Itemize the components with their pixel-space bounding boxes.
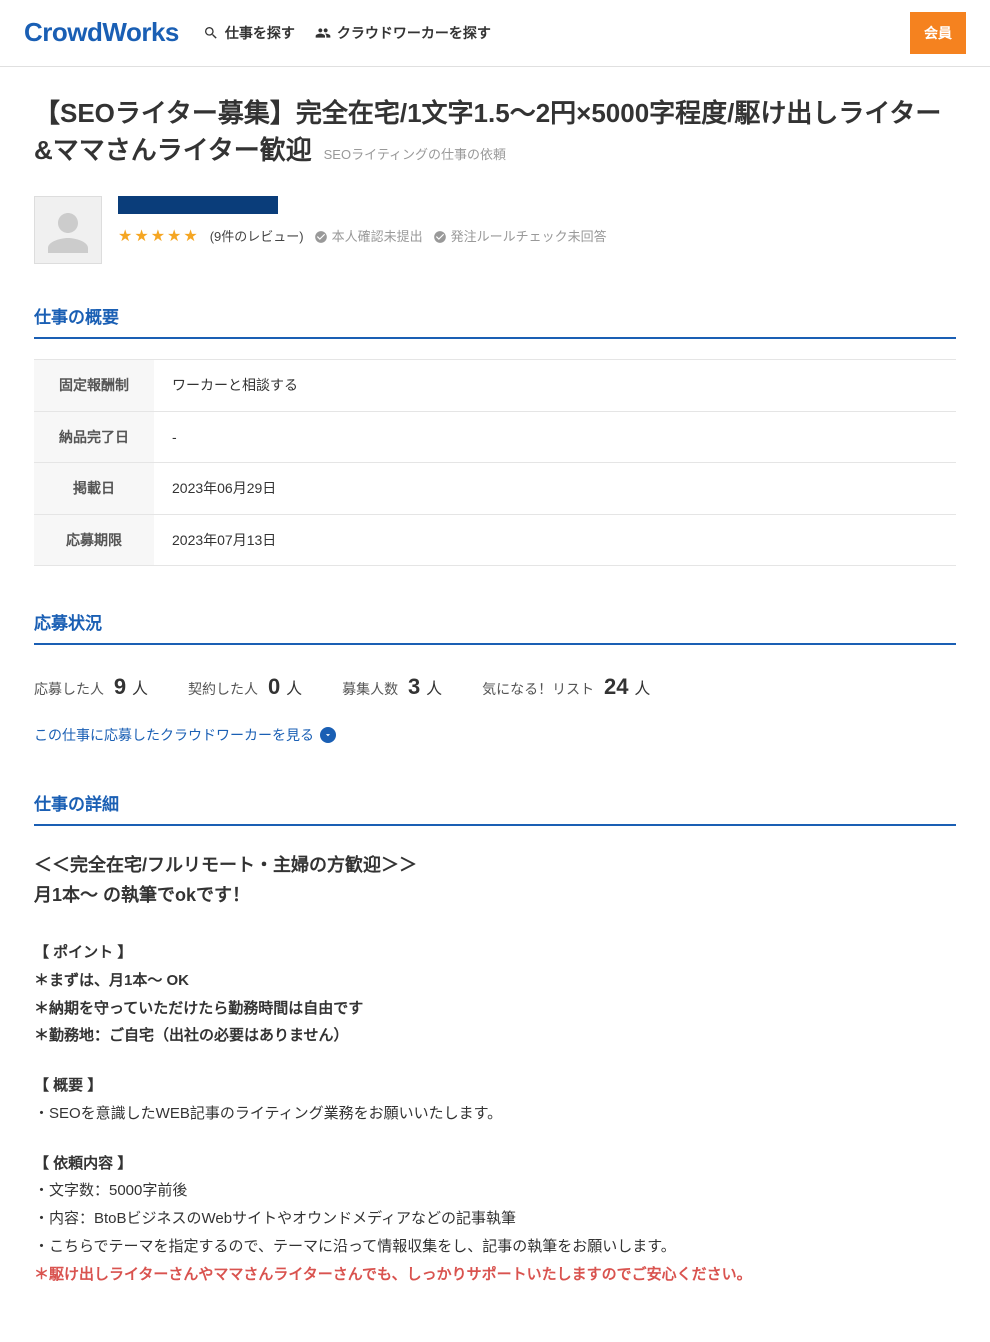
- overview-line: ・SEOを意識したWEB記事のライティング業務をお願いいたします。: [34, 1100, 956, 1128]
- nav-find-work-label: 仕事を探す: [225, 22, 295, 44]
- detail-overview: 【 概要 】 ・SEOを意識したWEB記事のライティング業務をお願いいたします。: [34, 1072, 956, 1128]
- status-contracted-value: 0: [268, 674, 280, 699]
- order-rule-badge: 発注ルールチェック未回答: [433, 227, 607, 248]
- avatar-placeholder-icon: [35, 203, 101, 263]
- detail-lead: ＜＜完全在宅/フルリモート・主婦の方歓迎＞＞ 月1本～ の執筆でokです！: [34, 850, 956, 911]
- request-line: ・文字数：5000字前後: [34, 1177, 956, 1205]
- summary-label: 納品完了日: [34, 411, 154, 462]
- detail-request: 【 依頼内容 】 ・文字数：5000字前後 ・内容：BtoBビジネスのWebサイ…: [34, 1150, 956, 1289]
- status-applied-label: 応募した人: [34, 681, 104, 697]
- status-applied: 応募した人 9 人: [34, 669, 148, 704]
- rating-row: ★★★★★ (9件のレビュー) 本人確認未提出 発注ルールチェック未回答: [118, 224, 956, 250]
- status-hiring-value: 3: [408, 674, 420, 699]
- summary-value: -: [154, 411, 956, 462]
- nav-find-worker-label: クラウドワーカーを探す: [337, 22, 491, 44]
- status-unit: 人: [132, 681, 148, 698]
- summary-label: 応募期限: [34, 514, 154, 565]
- request-line: ・こちらでテーマを指定するので、テーマに沿って情報収集をし、記事の執筆をお願いし…: [34, 1233, 956, 1261]
- summary-value: ワーカーと相談する: [154, 360, 956, 411]
- identity-badge: 本人確認未提出: [314, 227, 423, 248]
- client-name-redacted[interactable]: [118, 196, 278, 214]
- summary-value: 2023年07月13日: [154, 514, 956, 565]
- page-subtitle: SEOライティングの仕事の依頼: [324, 147, 506, 162]
- status-watch-label: 気になる！リスト: [482, 681, 594, 697]
- summary-table: 固定報酬制 ワーカーと相談する 納品完了日 - 掲載日 2023年06月29日 …: [34, 359, 956, 566]
- summary-value: 2023年06月29日: [154, 463, 956, 514]
- status-applied-value: 9: [114, 674, 126, 699]
- client-info: ★★★★★ (9件のレビュー) 本人確認未提出 発注ルールチェック未回答: [118, 196, 956, 250]
- chevron-down-icon: [320, 727, 336, 743]
- order-rule-status-text: 発注ルールチェック未回答: [451, 227, 607, 248]
- point-line: ＊まずは、月1本～ OK: [34, 967, 956, 995]
- review-count[interactable]: (9件のレビュー): [210, 227, 304, 248]
- status-contracted: 契約した人 0 人: [188, 669, 302, 704]
- table-row: 固定報酬制 ワーカーと相談する: [34, 360, 956, 411]
- request-heading: 【 依頼内容 】: [34, 1150, 956, 1178]
- summary-label: 掲載日: [34, 463, 154, 514]
- request-line: ・内容：BtoBビジネスのWebサイトやオウンドメディアなどの記事執筆: [34, 1205, 956, 1233]
- people-icon: [315, 25, 331, 41]
- point-line: ＊勤務地：ご自宅（出社の必要はありません）: [34, 1022, 956, 1050]
- detail-lead-line: ＜＜完全在宅/フルリモート・主婦の方歓迎＞＞: [34, 850, 956, 881]
- request-red-line: ＊駆け出しライターさんやママさんライターさんでも、しっかりサポートいたしますので…: [34, 1261, 956, 1289]
- status-hiring: 募集人数 3 人: [342, 669, 442, 704]
- title-row: 【SEOライター募集】完全在宅/1文字1.5～2円×5000字程度/駆け出しライ…: [34, 95, 956, 168]
- status-watch: 気になる！リスト 24 人: [482, 669, 650, 704]
- status-unit: 人: [426, 681, 442, 698]
- signup-button[interactable]: 会員: [910, 12, 966, 54]
- table-row: 掲載日 2023年06月29日: [34, 463, 956, 514]
- search-icon: [203, 25, 219, 41]
- check-circle-icon: [314, 230, 328, 244]
- detail-body: ＜＜完全在宅/フルリモート・主婦の方歓迎＞＞ 月1本～ の執筆でokです！ 【 …: [34, 850, 956, 1288]
- status-unit: 人: [634, 681, 650, 698]
- status-heading: 応募状況: [34, 610, 956, 645]
- identity-status-text: 本人確認未提出: [332, 227, 423, 248]
- applicants-link-text: この仕事に応募したクラウドワーカーを見る: [34, 724, 314, 746]
- status-row: 応募した人 9 人 契約した人 0 人 募集人数 3 人 気になる！リスト 24…: [34, 669, 956, 704]
- main-header: CrowdWorks 仕事を探す クラウドワーカーを探す 会員: [0, 0, 990, 67]
- main-container: 【SEOライター募集】完全在宅/1文字1.5～2円×5000字程度/駆け出しライ…: [10, 67, 980, 1338]
- summary-heading: 仕事の概要: [34, 304, 956, 339]
- detail-lead-line: 月1本～ の執筆でokです！: [34, 880, 956, 911]
- detail-points: 【 ポイント 】 ＊まずは、月1本～ OK ＊納期を守っていただけたら勤務時間は…: [34, 939, 956, 1050]
- client-row: ★★★★★ (9件のレビュー) 本人確認未提出 発注ルールチェック未回答: [34, 196, 956, 264]
- check-circle-icon: [433, 230, 447, 244]
- nav-links: 仕事を探す クラウドワーカーを探す: [203, 22, 491, 44]
- stars: ★★★★★: [118, 224, 200, 250]
- logo[interactable]: CrowdWorks: [24, 12, 179, 54]
- point-line: ＊納期を守っていただけたら勤務時間は自由です: [34, 995, 956, 1023]
- table-row: 納品完了日 -: [34, 411, 956, 462]
- summary-label: 固定報酬制: [34, 360, 154, 411]
- detail-heading: 仕事の詳細: [34, 791, 956, 826]
- status-unit: 人: [286, 681, 302, 698]
- status-hiring-label: 募集人数: [342, 681, 398, 697]
- status-watch-value: 24: [604, 674, 628, 699]
- avatar[interactable]: [34, 196, 102, 264]
- table-row: 応募期限 2023年07月13日: [34, 514, 956, 565]
- status-contracted-label: 契約した人: [188, 681, 258, 697]
- nav-find-work[interactable]: 仕事を探す: [203, 22, 295, 44]
- applicants-link[interactable]: この仕事に応募したクラウドワーカーを見る: [34, 724, 336, 746]
- overview-heading: 【 概要 】: [34, 1072, 956, 1100]
- nav-find-worker[interactable]: クラウドワーカーを探す: [315, 22, 491, 44]
- points-heading: 【 ポイント 】: [34, 939, 956, 967]
